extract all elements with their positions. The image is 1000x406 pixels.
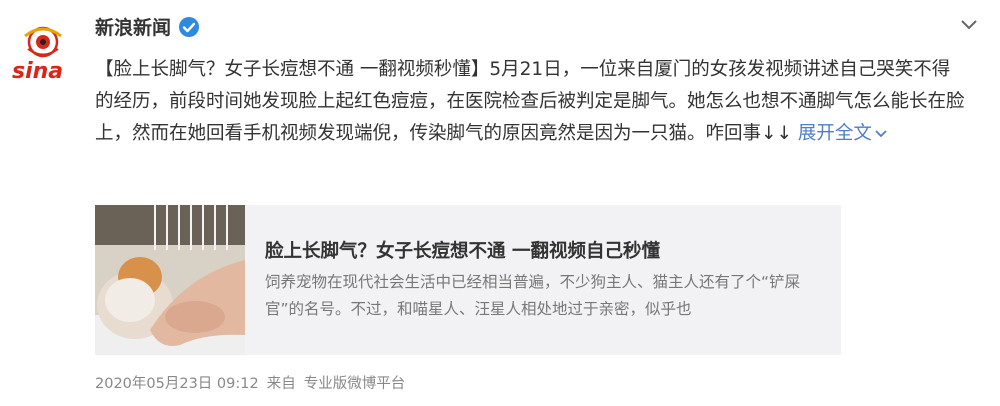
source-prefix: 来自 <box>266 376 296 392</box>
source-link[interactable]: 专业版微博平台 <box>304 372 406 393</box>
post-meta: 2020年05月23日 09:12 来自 专业版微博平台 <box>95 372 405 393</box>
sina-eye-icon <box>24 26 62 58</box>
article-card[interactable]: 脸上长脚气？女子长痘想不通 一翻视频自己秒懂 饲养宠物在现代社会生活中已经相当普… <box>95 205 841 355</box>
account-name[interactable]: 新浪新闻 <box>95 13 171 40</box>
chevron-down-icon <box>875 130 887 138</box>
post-menu-chevron-down-icon[interactable] <box>958 16 980 32</box>
verified-check-icon <box>179 16 200 37</box>
sina-logo[interactable]: sina <box>10 14 82 84</box>
sina-logo-text: sina <box>12 59 63 84</box>
article-title[interactable]: 脸上长脚气？女子长痘想不通 一翻视频自己秒懂 <box>265 237 660 263</box>
expand-full-text-link[interactable]: 展开全文 <box>798 123 888 144</box>
article-description: 饲养宠物在现代社会生活中已经相当普遍，不少狗主人、猫主人还有了个“铲屎官”的名号… <box>265 273 801 318</box>
account-header: 新浪新闻 <box>95 13 200 40</box>
article-thumbnail <box>95 205 245 355</box>
post-timestamp[interactable]: 2020年05月23日 09:12 <box>95 372 259 393</box>
post-body: 【脸上长脚气？女子长痘想不通 一翻视频秒懂】5月21日，一位来自厦门的女孩发视频… <box>95 54 965 150</box>
